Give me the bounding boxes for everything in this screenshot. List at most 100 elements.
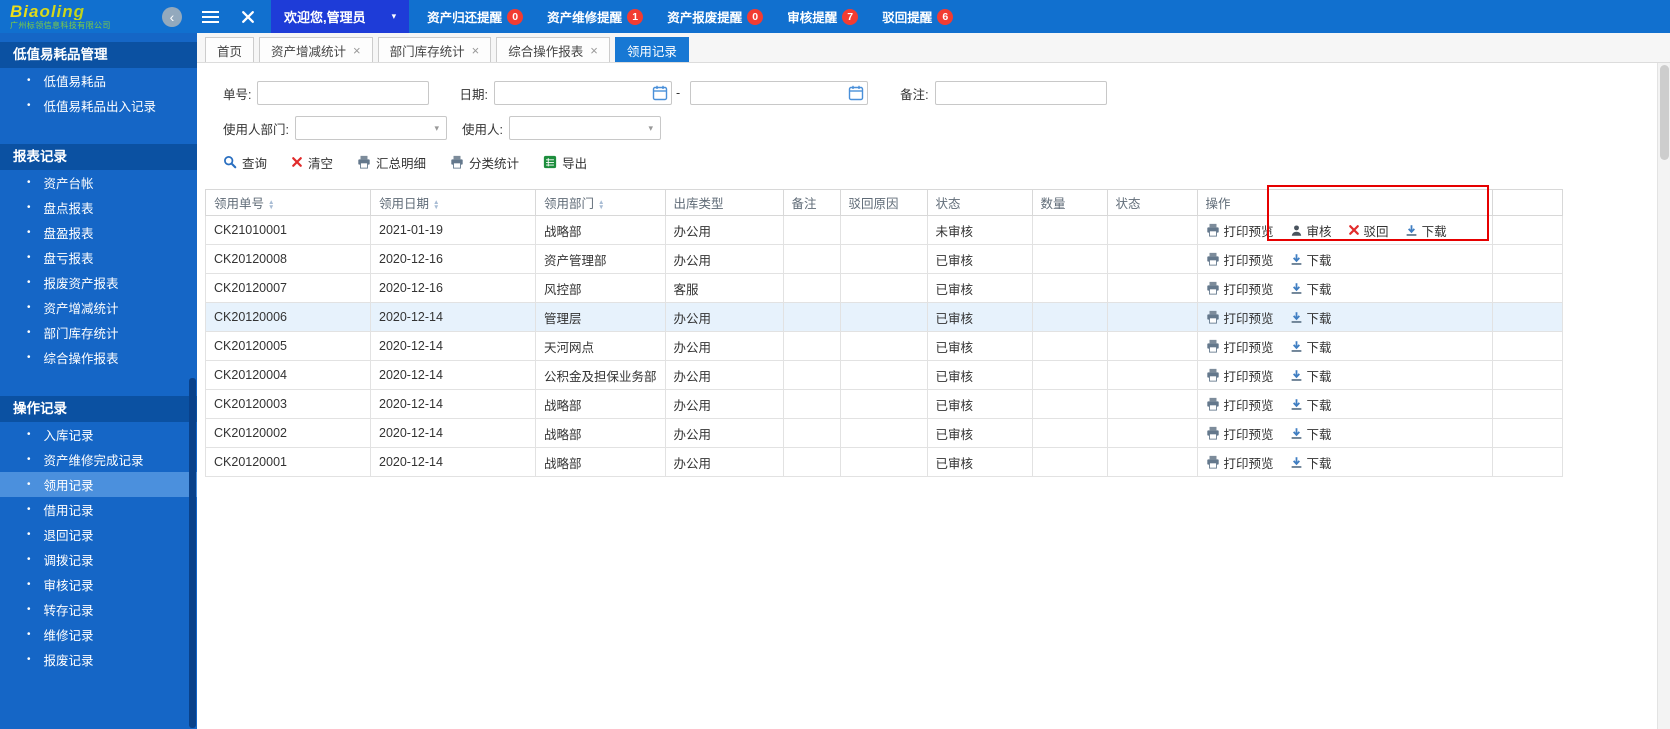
user-dept-select[interactable]: ▾ [294, 116, 447, 140]
tab-comprehensive-operation-report[interactable]: 综合操作报表 × [496, 37, 610, 62]
tab-close-icon[interactable]: × [590, 44, 598, 57]
topbar-notification-0[interactable]: 资产归还提醒 0 [427, 7, 524, 26]
summary-detail-button[interactable]: 汇总明细 [357, 153, 426, 172]
sidebar-item[interactable]: • 借用记录 [0, 497, 197, 522]
download-button[interactable]: 下载 [1290, 453, 1332, 472]
print-preview-button[interactable]: 打印预览 [1206, 424, 1274, 443]
sidebar-item[interactable]: • 报废资产报表 [0, 270, 197, 295]
table-row[interactable]: CK20120008 2020-12-16 资产管理部 办公用 已审核 打印预览 下载 [205, 244, 1563, 274]
table-row[interactable]: CK20120007 2020-12-16 风控部 客服 已审核 打印预览 下载 [205, 273, 1563, 303]
sort-icon[interactable]: ▲ ▼ [268, 199, 274, 211]
sidebar-item[interactable]: • 报废记录 [0, 647, 197, 672]
cell-status: 已审核 [926, 331, 1033, 361]
toolbar-button-label: 查询 [242, 156, 268, 171]
table-row[interactable]: CK20120001 2020-12-14 战略部 办公用 已审核 打印预览 下载 [205, 447, 1563, 477]
download-button[interactable]: 下载 [1290, 424, 1332, 443]
query-button[interactable]: 查询 [223, 153, 267, 172]
print-preview-button[interactable]: 打印预览 [1206, 221, 1274, 240]
print-preview-button[interactable]: 打印预览 [1206, 366, 1274, 385]
cell-remark [782, 447, 841, 477]
sidebar-scrollbar[interactable] [189, 378, 196, 728]
sidebar-item[interactable]: • 转存记录 [0, 597, 197, 622]
calendar-icon[interactable] [652, 85, 668, 101]
topbar-notification-4[interactable]: 驳回提醒 6 [882, 7, 954, 26]
column-header-actions: 操作 [1196, 189, 1493, 216]
order-no-input[interactable] [257, 81, 430, 105]
calendar-icon[interactable] [848, 85, 864, 101]
topbar-notification-2[interactable]: 资产报废提醒 0 [667, 7, 764, 26]
action-label: 下载 [1421, 224, 1447, 239]
sidebar-item[interactable]: • 资产台帐 [0, 170, 197, 195]
download-button[interactable]: 下载 [1290, 279, 1332, 298]
tab-department-inventory-statistics[interactable]: 部门库存统计 × [377, 37, 492, 62]
print-preview-button[interactable]: 打印预览 [1206, 250, 1274, 269]
download-button[interactable]: 下载 [1405, 221, 1447, 240]
user-select[interactable]: ▾ [508, 116, 661, 140]
sidebar-item[interactable]: • 盘盈报表 [0, 220, 197, 245]
sidebar-item[interactable]: • 审核记录 [0, 572, 197, 597]
sidebar-item[interactable]: • 领用记录 [0, 472, 197, 497]
date-to-input[interactable] [690, 81, 869, 105]
topbar-notification-3[interactable]: 审核提醒 7 [787, 7, 859, 26]
close-icon[interactable] [241, 10, 255, 24]
table-row[interactable]: CK20120002 2020-12-14 战略部 办公用 已审核 打印预览 下载 [205, 418, 1563, 448]
table-row[interactable]: CK21010001 2021-01-19 战略部 办公用 未审核 打印预览 审核 驳回 下载 [205, 215, 1563, 245]
hamburger-menu-icon[interactable] [202, 10, 219, 23]
action-label: 打印预览 [1223, 369, 1274, 384]
sidebar-item-label: 领用记录 [43, 479, 94, 493]
page-scrollbar-thumb[interactable] [1660, 65, 1669, 160]
sidebar-item[interactable]: • 调拨记录 [0, 547, 197, 572]
print-preview-button[interactable]: 打印预览 [1206, 308, 1274, 327]
date-from-input[interactable] [493, 81, 672, 105]
sidebar-item[interactable]: • 维修记录 [0, 622, 197, 647]
brand-name: Biaoling [10, 3, 162, 20]
sidebar-item[interactable]: • 盘亏报表 [0, 245, 197, 270]
export-button[interactable]: 导出 [543, 153, 587, 172]
column-header-empty [1491, 189, 1563, 216]
sidebar-item[interactable]: • 低值易耗品出入记录 [0, 93, 197, 118]
sidebar-item[interactable]: • 资产增减统计 [0, 295, 197, 320]
cell-actions: 打印预览 下载 [1196, 418, 1493, 448]
tab-asset-change-statistics[interactable]: 资产增减统计 × [259, 37, 373, 62]
table-row[interactable]: CK20120006 2020-12-14 管理层 办公用 已审核 打印预览 下载 [205, 302, 1563, 332]
category-stats-button[interactable]: 分类统计 [450, 153, 519, 172]
sidebar-item[interactable]: • 入库记录 [0, 422, 197, 447]
table-row[interactable]: CK20120003 2020-12-14 战略部 办公用 已审核 打印预览 下载 [205, 389, 1563, 419]
sidebar-item[interactable]: • 低值易耗品 [0, 68, 197, 93]
tab-home[interactable]: 首页 [205, 37, 255, 62]
sort-icon[interactable]: ▲ ▼ [433, 199, 439, 211]
table-row[interactable]: CK20120004 2020-12-14 公积金及担保业务部 办公用 已审核 打印预览 下… [205, 360, 1563, 390]
sidebar-item[interactable]: • 退回记录 [0, 522, 197, 547]
download-button[interactable]: 下载 [1290, 395, 1332, 414]
table-row[interactable]: CK20120005 2020-12-14 天河网点 办公用 已审核 打印预览 下载 [205, 331, 1563, 361]
tab-close-icon[interactable]: × [472, 44, 480, 57]
sidebar-item-label: 入库记录 [43, 429, 94, 443]
clear-button[interactable]: 清空 [291, 153, 333, 172]
download-button[interactable]: 下载 [1290, 308, 1332, 327]
sidebar-item[interactable]: • 盘点报表 [0, 195, 197, 220]
reject-button[interactable]: 驳回 [1348, 221, 1389, 240]
print-preview-button[interactable]: 打印预览 [1206, 337, 1274, 356]
page-scrollbar[interactable] [1657, 63, 1670, 729]
sidebar-item[interactable]: • 部门库存统计 [0, 320, 197, 345]
download-button[interactable]: 下载 [1290, 366, 1332, 385]
sidebar-item[interactable]: • 资产维修完成记录 [0, 447, 197, 472]
welcome-user-dropdown[interactable]: 欢迎您,管理员 ▾ [271, 0, 410, 33]
download-button[interactable]: 下载 [1290, 337, 1332, 356]
approve-button[interactable]: 审核 [1290, 221, 1332, 240]
tab-close-icon[interactable]: × [353, 44, 361, 57]
topbar-notification-1[interactable]: 资产维修提醒 1 [547, 7, 644, 26]
tab-requisition-records[interactable]: 领用记录 [614, 37, 689, 62]
notification-label: 驳回提醒 [882, 11, 933, 25]
download-button[interactable]: 下载 [1290, 250, 1332, 269]
records-table-wrap: 领用单号 ▲ ▼ 领用日期 ▲ ▼ 领用部门 ▲ ▼ 出库类型 备注 驳回原因 状态 数量 状态 操作 CK2… [205, 189, 1670, 477]
sort-icon[interactable]: ▲ ▼ [598, 199, 604, 211]
print-preview-button[interactable]: 打印预览 [1206, 453, 1274, 472]
sidebar-item[interactable]: • 综合操作报表 [0, 345, 197, 370]
print-preview-button[interactable]: 打印预览 [1206, 279, 1274, 298]
remark-input[interactable] [934, 81, 1107, 105]
collapse-sidebar-button[interactable]: ‹ [162, 6, 182, 27]
search-icon [223, 155, 237, 169]
print-preview-button[interactable]: 打印预览 [1206, 395, 1274, 414]
sidebar-item-label: 调拨记录 [43, 554, 94, 568]
